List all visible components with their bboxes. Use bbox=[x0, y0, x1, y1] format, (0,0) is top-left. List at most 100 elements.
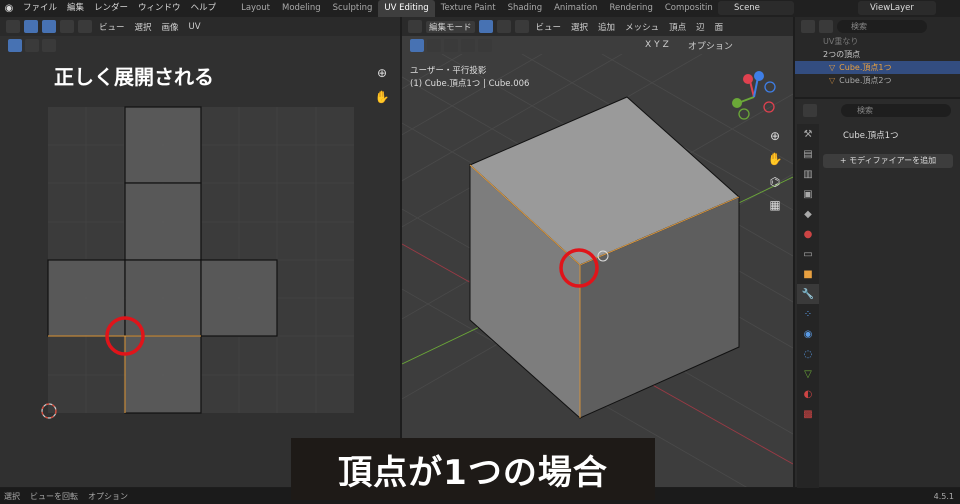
outliner-item-uv[interactable]: UV重なり bbox=[795, 35, 960, 48]
vp-zoom-icon[interactable]: ⊕ bbox=[765, 126, 785, 146]
mesh-icon: ▽ bbox=[829, 63, 836, 72]
vp-menu-mesh[interactable]: メッシュ bbox=[622, 21, 662, 33]
mirror-z[interactable]: Z bbox=[663, 40, 669, 50]
gizmo-y-icon bbox=[732, 98, 742, 108]
caption-banner: 頂点が1つの場合 bbox=[291, 438, 655, 500]
mesh-2-icon: ▽ bbox=[829, 76, 836, 85]
tab-layout[interactable]: Layout bbox=[235, 0, 276, 17]
tab-shading[interactable]: Shading bbox=[502, 0, 549, 17]
collection-tab-icon[interactable]: ▭ bbox=[797, 244, 819, 264]
uv-canvas[interactable] bbox=[0, 54, 400, 487]
vp-select-box-icon[interactable] bbox=[410, 38, 424, 52]
properties-tabs: ⚒ ▤ ▥ ▣ ◆ ● ▭ ■ 🔧 ⁘ ◉ ◌ ▽ ◐ ▩ bbox=[797, 124, 819, 494]
outliner-item-2verts[interactable]: 2つの頂点 bbox=[795, 48, 960, 61]
tab-texture-paint[interactable]: Texture Paint bbox=[435, 0, 502, 17]
material-tab-icon[interactable]: ◐ bbox=[797, 384, 819, 404]
modifier-tab-icon[interactable]: 🔧 bbox=[797, 284, 819, 304]
physics-tab-icon[interactable]: ◉ bbox=[797, 324, 819, 344]
status-rotate: ビューを回転 bbox=[30, 491, 78, 501]
add-modifier-button[interactable]: + モディファイアーを追加 bbox=[823, 154, 953, 168]
tool-tab-icon[interactable]: ⚒ bbox=[797, 124, 819, 144]
view-layer-selector[interactable]: ViewLayer bbox=[858, 1, 936, 15]
particles-tab-icon[interactable]: ⁘ bbox=[797, 304, 819, 324]
hand-pan-icon[interactable]: ✋ bbox=[372, 87, 392, 107]
camera-icon[interactable]: ⌬ bbox=[765, 172, 785, 192]
vp-menu-face[interactable]: 面 bbox=[712, 21, 727, 33]
object-tab-icon[interactable]: ■ bbox=[797, 264, 819, 284]
ortho-grid-icon[interactable]: ▦ bbox=[765, 195, 785, 215]
top-bar: ◉ ファイル 編集 レンダー ウィンドウ ヘルプ Layout Modeling… bbox=[0, 0, 960, 17]
tab-uv-editing[interactable]: UV Editing bbox=[378, 0, 435, 17]
blender-logo-icon[interactable]: ◉ bbox=[0, 0, 18, 17]
mirror-x[interactable]: X bbox=[645, 40, 651, 50]
face-mode-icon[interactable] bbox=[514, 20, 529, 33]
world-tab-icon[interactable]: ● bbox=[797, 224, 819, 244]
outliner-item-cube-1[interactable]: ▽ Cube.頂点1つ bbox=[795, 61, 960, 74]
data-tab-icon[interactable]: ▽ bbox=[797, 364, 819, 384]
vp-menu-select[interactable]: 選択 bbox=[568, 21, 591, 33]
vp-hand-pan-icon[interactable]: ✋ bbox=[765, 149, 785, 169]
viewport-type-icon[interactable] bbox=[408, 20, 422, 33]
outliner-filter-icon[interactable] bbox=[819, 19, 833, 33]
select-box-icon[interactable] bbox=[8, 38, 22, 52]
workspace-tabs: Layout Modeling Sculpting UV Editing Tex… bbox=[235, 0, 719, 17]
status-version: 4.5.1 bbox=[933, 491, 954, 501]
vp-menu-view[interactable]: ビュー bbox=[533, 21, 565, 33]
vertex-mode-icon[interactable] bbox=[478, 20, 493, 33]
editor-type-icon[interactable] bbox=[6, 20, 20, 33]
uv-menu-select[interactable]: 選択 bbox=[132, 21, 155, 33]
menu-edit[interactable]: 編集 bbox=[62, 0, 89, 17]
select-mode-2-icon[interactable] bbox=[42, 38, 56, 52]
main-menu: ファイル 編集 レンダー ウィンドウ ヘルプ bbox=[18, 0, 221, 17]
constraints-tab-icon[interactable]: ◌ bbox=[797, 344, 819, 364]
outliner-item-cube-2[interactable]: ▽ Cube.頂点2つ bbox=[795, 74, 960, 87]
uv-editor-header: ビュー 選択 画像 UV bbox=[0, 17, 400, 36]
vp-menu-add[interactable]: 追加 bbox=[595, 21, 618, 33]
outliner-type-icon[interactable] bbox=[801, 19, 815, 33]
outliner-search[interactable]: 検索 bbox=[837, 19, 927, 33]
view-layer-tab-icon[interactable]: ▣ bbox=[797, 184, 819, 204]
scene-tab-icon[interactable]: ◆ bbox=[797, 204, 819, 224]
tab-sculpting[interactable]: Sculpting bbox=[327, 0, 379, 17]
mode-selector[interactable]: 編集モード bbox=[426, 20, 475, 33]
menu-help[interactable]: ヘルプ bbox=[186, 0, 222, 17]
edge-mode-icon[interactable] bbox=[496, 20, 511, 33]
navigation-gizmo[interactable] bbox=[724, 67, 784, 127]
uv-menu-view[interactable]: ビュー bbox=[96, 21, 128, 33]
props-type-icon[interactable] bbox=[803, 103, 817, 117]
vertex-select-icon[interactable] bbox=[42, 20, 56, 33]
options-dropdown[interactable]: オプション bbox=[688, 39, 733, 52]
vp-menu-vertex[interactable]: 頂点 bbox=[666, 21, 689, 33]
render-tab-icon[interactable]: ▤ bbox=[797, 144, 819, 164]
tab-rendering[interactable]: Rendering bbox=[603, 0, 658, 17]
sync-select-icon[interactable] bbox=[24, 20, 38, 33]
vp-menu-edge[interactable]: 辺 bbox=[693, 21, 708, 33]
menu-render[interactable]: レンダー bbox=[89, 0, 133, 17]
zoom-icon[interactable]: ⊕ bbox=[372, 63, 392, 83]
vp-select-mode-2-icon[interactable] bbox=[444, 38, 458, 52]
uv-tool-row bbox=[0, 36, 400, 54]
output-tab-icon[interactable]: ▥ bbox=[797, 164, 819, 184]
edge-select-icon[interactable] bbox=[60, 20, 74, 33]
view-name: ユーザー・平行投影 bbox=[410, 66, 487, 76]
3d-viewport: 編集モード ビュー 選択 追加 メッシュ 頂点 辺 面 X Y Z オプション bbox=[402, 17, 793, 487]
vp-select-mode-3-icon[interactable] bbox=[461, 38, 475, 52]
uv-annotation: 正しく展開される bbox=[54, 65, 214, 89]
uv-menu-image[interactable]: 画像 bbox=[159, 21, 182, 33]
texture-tab-icon[interactable]: ▩ bbox=[797, 404, 819, 424]
uv-menu-uv[interactable]: UV bbox=[186, 22, 204, 32]
props-search[interactable]: 検索 bbox=[841, 103, 951, 117]
mirror-y[interactable]: Y bbox=[654, 40, 660, 50]
face-select-icon[interactable] bbox=[78, 20, 92, 33]
vp-select-mode-icon[interactable] bbox=[427, 38, 441, 52]
vp-select-mode-4-icon[interactable] bbox=[478, 38, 492, 52]
scene-selector[interactable]: Scene bbox=[718, 1, 794, 15]
select-mode-icon[interactable] bbox=[25, 38, 39, 52]
tab-compositing[interactable]: Compositin bbox=[659, 0, 719, 17]
props-object-name: Cube.頂点1つ bbox=[843, 131, 899, 141]
menu-file[interactable]: ファイル bbox=[18, 0, 62, 17]
menu-window[interactable]: ウィンドウ bbox=[133, 0, 186, 17]
tab-modeling[interactable]: Modeling bbox=[276, 0, 327, 17]
status-options: オプション bbox=[88, 491, 128, 501]
tab-animation[interactable]: Animation bbox=[548, 0, 603, 17]
